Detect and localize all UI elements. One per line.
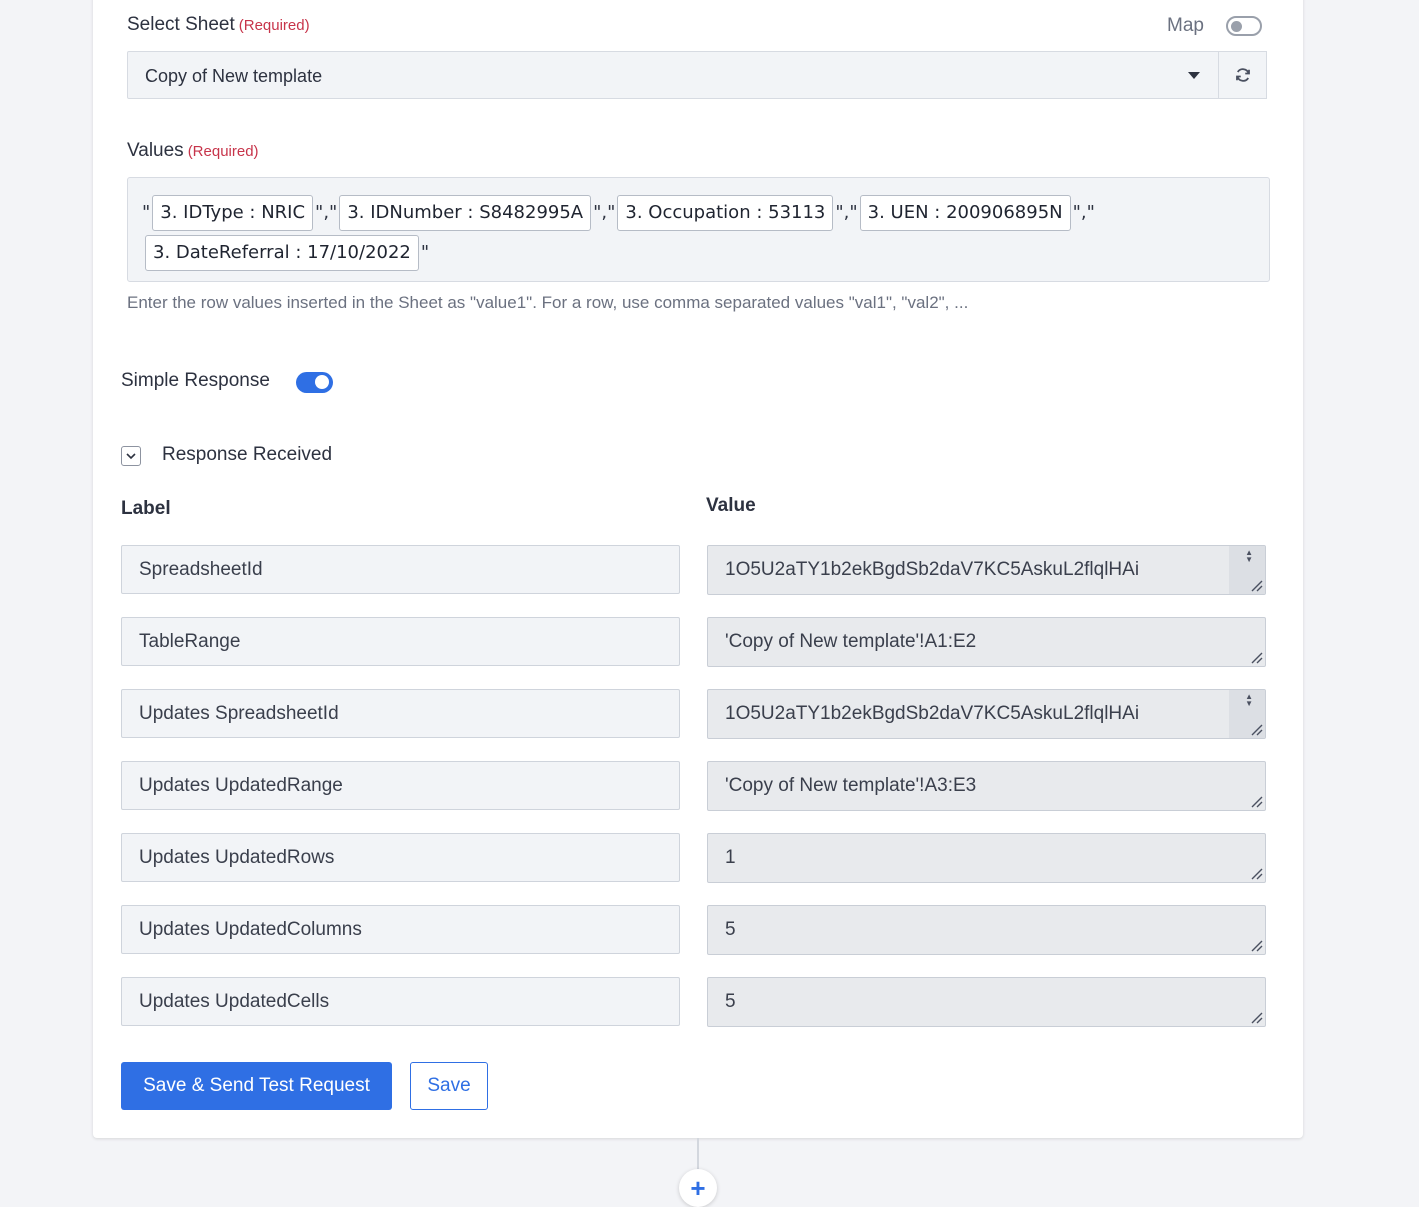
response-label-field[interactable]: Updates UpdatedRows: [121, 833, 680, 882]
spinner-arrows-icon: ▲ ▼: [1245, 692, 1253, 708]
response-value-field[interactable]: 1: [707, 833, 1266, 883]
action-config-card: Select Sheet (Required) Map Copy of New t…: [93, 0, 1303, 1138]
values-label: Values: [127, 140, 184, 161]
response-label-field[interactable]: Updates SpreadsheetId: [121, 689, 680, 738]
refresh-button[interactable]: [1219, 51, 1267, 99]
response-label-field[interactable]: Updates UpdatedRange: [121, 761, 680, 810]
required-marker: (Required): [187, 143, 259, 160]
value-column-header: Value: [706, 495, 756, 516]
resize-handle-icon[interactable]: [1249, 794, 1263, 808]
refresh-icon: [1235, 68, 1250, 82]
save-and-send-test-request-button[interactable]: Save & Send Test Request: [121, 1062, 392, 1110]
response-value-text: 1O5U2aTY1b2ekBgdSb2daV7KC5AskuL2flqlHAi: [725, 559, 1140, 580]
value-token[interactable]: 3. UEN : 200906895N: [859, 195, 1071, 231]
value-token[interactable]: 3. IDNumber : S8482995A: [339, 195, 592, 231]
response-label-field[interactable]: Updates UpdatedCells: [121, 977, 680, 1026]
response-value-field[interactable]: 'Copy of New template'!A3:E3: [707, 761, 1266, 811]
add-step-button[interactable]: +: [679, 1169, 717, 1207]
response-value-field[interactable]: 5: [707, 905, 1266, 955]
label-column-header: Label: [121, 498, 171, 519]
values-label-row: Values (Required): [127, 140, 259, 162]
quote-text: ": [142, 202, 151, 223]
value-token[interactable]: 3. DateReferral : 17/10/2022: [145, 235, 419, 271]
response-value-field[interactable]: 'Copy of New template'!A1:E2: [707, 617, 1266, 667]
separator-text: ",": [1072, 202, 1095, 223]
plus-icon: +: [690, 1173, 706, 1203]
simple-response-toggle[interactable]: [296, 372, 333, 393]
separator-text: ",": [593, 202, 616, 223]
values-hint: Enter the row values inserted in the She…: [127, 293, 969, 312]
values-input[interactable]: " 3. IDType : NRIC "," 3. IDNumber : S84829…: [127, 177, 1270, 282]
response-value-text: 5: [725, 919, 736, 940]
resize-handle-icon[interactable]: [1249, 722, 1263, 736]
collapse-toggle[interactable]: [121, 446, 141, 466]
map-label: Map: [1167, 15, 1204, 36]
response-value-field[interactable]: 5: [707, 977, 1266, 1027]
response-received-title: Response Received: [162, 444, 333, 465]
response-value-text: 1O5U2aTY1b2ekBgdSb2daV7KC5AskuL2flqlHAi: [725, 703, 1140, 724]
response-label-field[interactable]: Updates UpdatedColumns: [121, 905, 680, 954]
toggle-knob: [1231, 21, 1242, 32]
separator-text: ",": [835, 202, 858, 223]
response-label-field[interactable]: TableRange: [121, 617, 680, 666]
save-button[interactable]: Save: [410, 1062, 488, 1110]
toggle-knob: [315, 375, 329, 389]
response-label-field[interactable]: SpreadsheetId: [121, 545, 680, 594]
select-sheet-label: Select Sheet: [127, 14, 235, 35]
value-token[interactable]: 3. Occupation : 53113: [617, 195, 834, 231]
separator-text: ",": [315, 202, 338, 223]
chevron-down-icon: [126, 452, 136, 459]
response-value-text: 'Copy of New template'!A1:E2: [725, 631, 977, 652]
sheet-select[interactable]: Copy of New template: [127, 51, 1219, 99]
caret-down-icon: [1188, 72, 1200, 79]
resize-handle-icon[interactable]: [1249, 938, 1263, 952]
simple-response-label: Simple Response: [121, 370, 270, 391]
response-value-text: 'Copy of New template'!A3:E3: [725, 775, 977, 796]
spinner-arrows-icon: ▲ ▼: [1245, 548, 1253, 564]
response-value-text: 5: [725, 991, 736, 1012]
flow-connector-line: [697, 1138, 699, 1172]
resize-handle-icon[interactable]: [1249, 650, 1263, 664]
select-sheet-label-row: Select Sheet (Required): [127, 14, 310, 36]
resize-handle-icon[interactable]: [1249, 1010, 1263, 1024]
resize-handle-icon[interactable]: [1249, 866, 1263, 880]
response-value-field[interactable]: 1O5U2aTY1b2ekBgdSb2daV7KC5AskuL2flqlHAi …: [707, 689, 1266, 739]
required-marker: (Required): [238, 17, 310, 34]
response-value-text: 1: [725, 847, 736, 868]
response-value-field[interactable]: 1O5U2aTY1b2ekBgdSb2daV7KC5AskuL2flqlHAi …: [707, 545, 1266, 595]
sheet-select-value: Copy of New template: [145, 66, 323, 86]
map-toggle[interactable]: [1226, 16, 1262, 36]
resize-handle-icon[interactable]: [1249, 578, 1263, 592]
value-token[interactable]: 3. IDType : NRIC: [152, 195, 314, 231]
quote-text: ": [420, 242, 430, 263]
